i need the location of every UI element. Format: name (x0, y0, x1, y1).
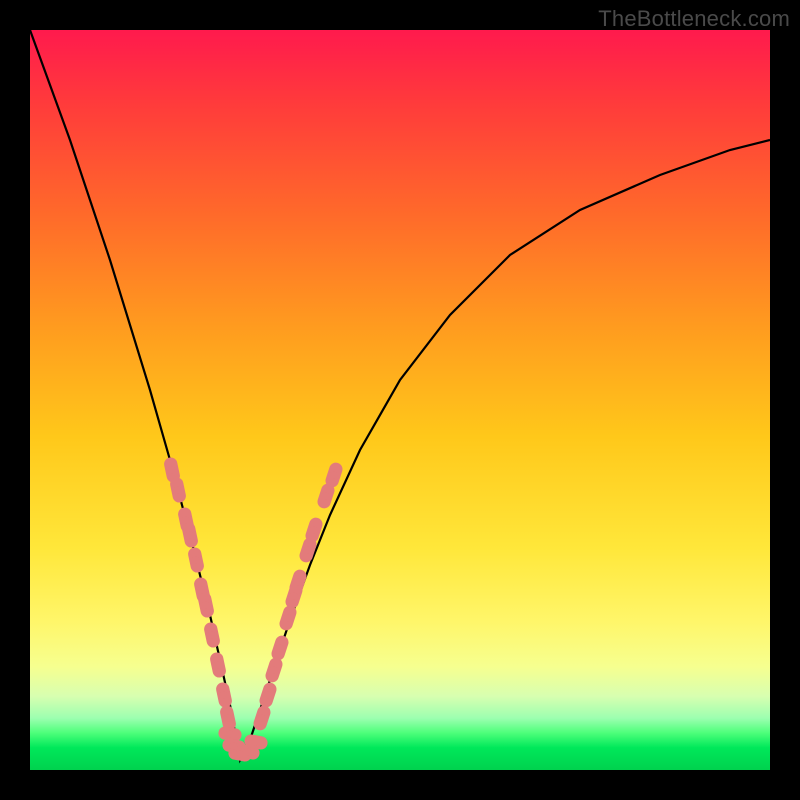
bead-dot (208, 631, 216, 639)
bead-dot (198, 586, 206, 594)
bead-dot (230, 742, 238, 750)
bead-dot (226, 730, 234, 738)
bead-dot (202, 601, 210, 609)
watermark-text: TheBottleneck.com (598, 6, 790, 32)
bottleneck-curve (30, 30, 770, 760)
bead-dot (322, 492, 330, 500)
bead-dot (214, 661, 222, 669)
bead-dot (168, 466, 176, 474)
bead-dot (192, 556, 200, 564)
bead-dot (258, 714, 266, 722)
bead-dot (236, 750, 244, 758)
bead-dot (182, 516, 190, 524)
bead-dot (244, 748, 252, 756)
data-beads (168, 464, 338, 758)
bead-dot (284, 614, 292, 622)
bead-dot (220, 691, 228, 699)
chart-frame: TheBottleneck.com (0, 0, 800, 800)
curve-svg (30, 30, 770, 770)
bead-dot (252, 738, 260, 746)
bead-dot (270, 666, 278, 674)
bead-dot (290, 592, 298, 600)
bead-dot (186, 531, 194, 539)
bead-dot (310, 526, 318, 534)
bead-dot (224, 714, 232, 722)
bead-dot (264, 691, 272, 699)
gradient-plot-area (30, 30, 770, 770)
bead-dot (174, 486, 182, 494)
bead-dot (276, 644, 284, 652)
bead-dot (304, 546, 312, 554)
bead-dot (330, 471, 338, 479)
bead-dot (294, 578, 302, 586)
